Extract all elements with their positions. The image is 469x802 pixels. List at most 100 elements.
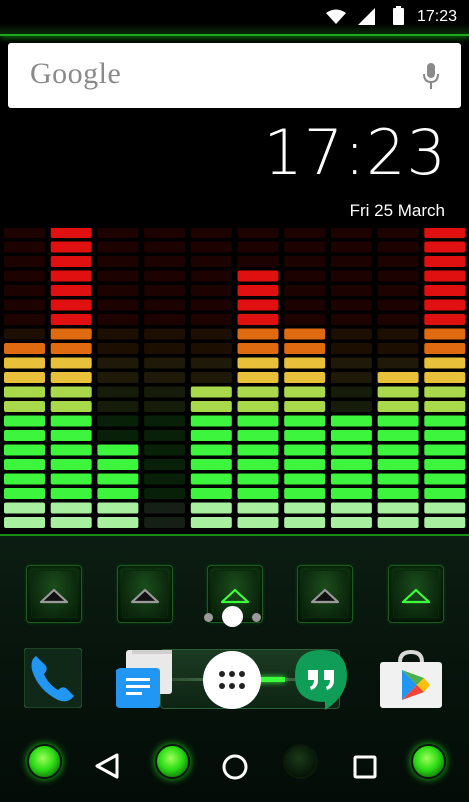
- clock-widget-date[interactable]: Fri 25 March: [350, 201, 445, 221]
- eq-segment: [4, 256, 45, 267]
- eq-segment-lit: [190, 444, 232, 456]
- eq-segment: [4, 285, 45, 296]
- eq-segment-lit: [377, 444, 419, 456]
- folder-5[interactable]: [388, 565, 444, 623]
- mic-icon[interactable]: [423, 63, 439, 89]
- back-icon[interactable]: [94, 752, 120, 780]
- eq-segment-lit: [97, 488, 139, 499]
- eq-segment: [237, 241, 279, 253]
- eq-segment: [4, 270, 45, 282]
- page-dot-active[interactable]: [222, 606, 243, 627]
- eq-segment: [237, 228, 279, 238]
- eq-segment-lit: [330, 488, 372, 499]
- folder-2[interactable]: [117, 565, 173, 623]
- eq-segment-lit: [424, 256, 466, 267]
- eq-segment-lit: [50, 241, 92, 253]
- eq-segment-lit: [330, 517, 372, 528]
- eq-segment: [330, 343, 372, 354]
- eq-segment: [330, 228, 372, 238]
- eq-segment: [144, 256, 186, 267]
- eq-segment: [284, 241, 326, 253]
- eq-segment: [97, 241, 139, 253]
- eq-segment-lit: [97, 517, 139, 528]
- eq-segment-lit: [284, 357, 326, 369]
- google-search-bar[interactable]: Google: [8, 43, 461, 108]
- eq-segment-lit: [284, 343, 326, 354]
- eq-segment-lit: [50, 444, 92, 456]
- eq-segment: [97, 328, 139, 340]
- eq-segment-lit: [97, 502, 139, 514]
- eq-segment: [144, 241, 186, 253]
- folder-4[interactable]: [297, 565, 353, 623]
- page-indicator[interactable]: [204, 606, 266, 628]
- eq-segment: [377, 328, 419, 340]
- eq-segment-lit: [377, 473, 419, 485]
- eq-segment-lit: [237, 488, 279, 499]
- eq-segment: [330, 256, 372, 267]
- eq-segment: [144, 459, 186, 470]
- eq-segment-lit: [424, 430, 466, 441]
- home-icon[interactable]: [222, 754, 248, 780]
- eq-segment: [330, 314, 372, 325]
- nav-led-decoration: [27, 744, 62, 779]
- eq-segment-lit: [4, 459, 45, 470]
- eq-segment: [4, 328, 45, 340]
- eq-segment-lit: [4, 430, 45, 441]
- status-bar: 17:23: [0, 0, 469, 36]
- eq-segment-lit: [4, 488, 45, 499]
- eq-segment: [284, 299, 326, 311]
- eq-segment: [144, 228, 186, 238]
- eq-segment-lit: [4, 401, 45, 412]
- eq-segment-lit: [284, 401, 326, 412]
- app-drawer-icon[interactable]: [202, 650, 262, 710]
- eq-segment: [330, 328, 372, 340]
- play-store-icon[interactable]: [378, 648, 444, 710]
- eq-segment-lit: [284, 517, 326, 528]
- eq-segment: [144, 386, 186, 398]
- page-dot[interactable]: [252, 613, 261, 622]
- eq-segment-lit: [424, 343, 466, 354]
- eq-segment-lit: [237, 328, 279, 340]
- eq-segment: [144, 488, 186, 499]
- eq-segment: [144, 415, 186, 427]
- eq-segment: [190, 270, 232, 282]
- eq-segment-lit: [377, 415, 419, 427]
- recents-icon[interactable]: [353, 755, 377, 779]
- eq-segment-lit: [237, 314, 279, 325]
- eq-segment: [377, 357, 419, 369]
- eq-segment-lit: [237, 517, 279, 528]
- eq-segment-lit: [237, 357, 279, 369]
- eq-segment: [190, 256, 232, 267]
- eq-segment-lit: [377, 502, 419, 514]
- page-dot[interactable]: [204, 613, 213, 622]
- hangouts-icon[interactable]: [293, 648, 349, 718]
- eq-segment-lit: [330, 473, 372, 485]
- eq-segment: [330, 401, 372, 412]
- clock-widget-time[interactable]: 17:23: [263, 116, 447, 189]
- triangle-up-icon: [130, 588, 160, 604]
- eq-segment: [97, 343, 139, 354]
- eq-segment-lit: [424, 372, 466, 383]
- eq-segment: [97, 270, 139, 282]
- eq-segment-lit: [237, 444, 279, 456]
- eq-segment-lit: [50, 473, 92, 485]
- eq-segment: [377, 241, 419, 253]
- eq-segment: [377, 314, 419, 325]
- eq-segment: [97, 285, 139, 296]
- messenger-icon[interactable]: [112, 648, 178, 712]
- eq-segment-lit: [424, 517, 466, 528]
- eq-segment: [330, 299, 372, 311]
- eq-segment: [330, 386, 372, 398]
- folder-1[interactable]: [26, 565, 82, 623]
- eq-segment: [237, 256, 279, 267]
- eq-segment-lit: [237, 270, 279, 282]
- nav-led-decoration: [155, 744, 190, 779]
- eq-segment-lit: [424, 488, 466, 499]
- eq-segment-lit: [237, 285, 279, 296]
- eq-segment: [190, 241, 232, 253]
- eq-segment-lit: [50, 372, 92, 383]
- phone-icon[interactable]: [24, 648, 82, 708]
- eq-segment-lit: [50, 517, 92, 528]
- eq-segment: [144, 270, 186, 282]
- eq-segment-lit: [237, 430, 279, 441]
